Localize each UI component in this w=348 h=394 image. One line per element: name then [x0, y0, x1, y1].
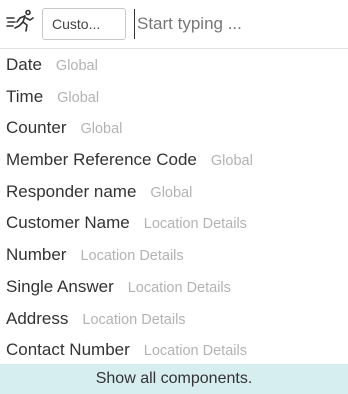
component-scope: Location Details: [127, 279, 231, 296]
component-name: Date: [6, 55, 42, 74]
component-scope: Global: [55, 58, 98, 74]
component-scope: Global: [80, 121, 123, 138]
component-scope: Global: [57, 89, 100, 106]
component-scope: Global: [150, 184, 193, 201]
picker-toolbar: Custo...: [0, 0, 348, 49]
component-scope: Location Details: [143, 216, 247, 233]
component-scope: Location Details: [82, 311, 186, 328]
component-scope: Location Details: [143, 343, 247, 360]
component-name: Contact Number: [6, 340, 130, 360]
show-all-components-button[interactable]: Show all components.: [0, 364, 348, 394]
component-name: Member Reference Code: [6, 150, 197, 170]
component-name: Time: [6, 86, 44, 106]
list-item[interactable]: Single Answer Location Details: [0, 271, 348, 303]
list-item[interactable]: Customer Name Location Details: [0, 207, 348, 239]
runner-icon[interactable]: [6, 9, 36, 33]
component-name: Number: [6, 245, 67, 265]
component-scope: Global: [210, 153, 253, 170]
component-list: Date Global Time Global Counter Global Member …: [0, 49, 348, 366]
component-type-select[interactable]: Custo...: [42, 8, 126, 40]
list-item[interactable]: Number Location Details: [0, 239, 348, 271]
search-input[interactable]: [134, 9, 343, 39]
list-item[interactable]: Address Location Details: [0, 303, 348, 335]
component-name: Responder name: [6, 181, 137, 201]
list-item[interactable]: Responder name Global: [0, 176, 348, 208]
component-name: Address: [6, 308, 69, 328]
list-item[interactable]: Member Reference Code Global: [0, 144, 348, 176]
list-item[interactable]: Time Global: [0, 81, 348, 113]
list-item[interactable]: Counter Global: [0, 112, 348, 144]
component-picker-panel: Custo... Date Global Time Global Counter Glob…: [0, 0, 348, 394]
list-item[interactable]: Contact Number Location Details: [0, 334, 348, 366]
component-name: Single Answer: [6, 276, 114, 296]
component-name: Counter: [6, 118, 67, 138]
list-item[interactable]: Date Global: [0, 49, 348, 81]
component-name: Customer Name: [6, 213, 130, 233]
component-scope: Location Details: [80, 248, 184, 265]
